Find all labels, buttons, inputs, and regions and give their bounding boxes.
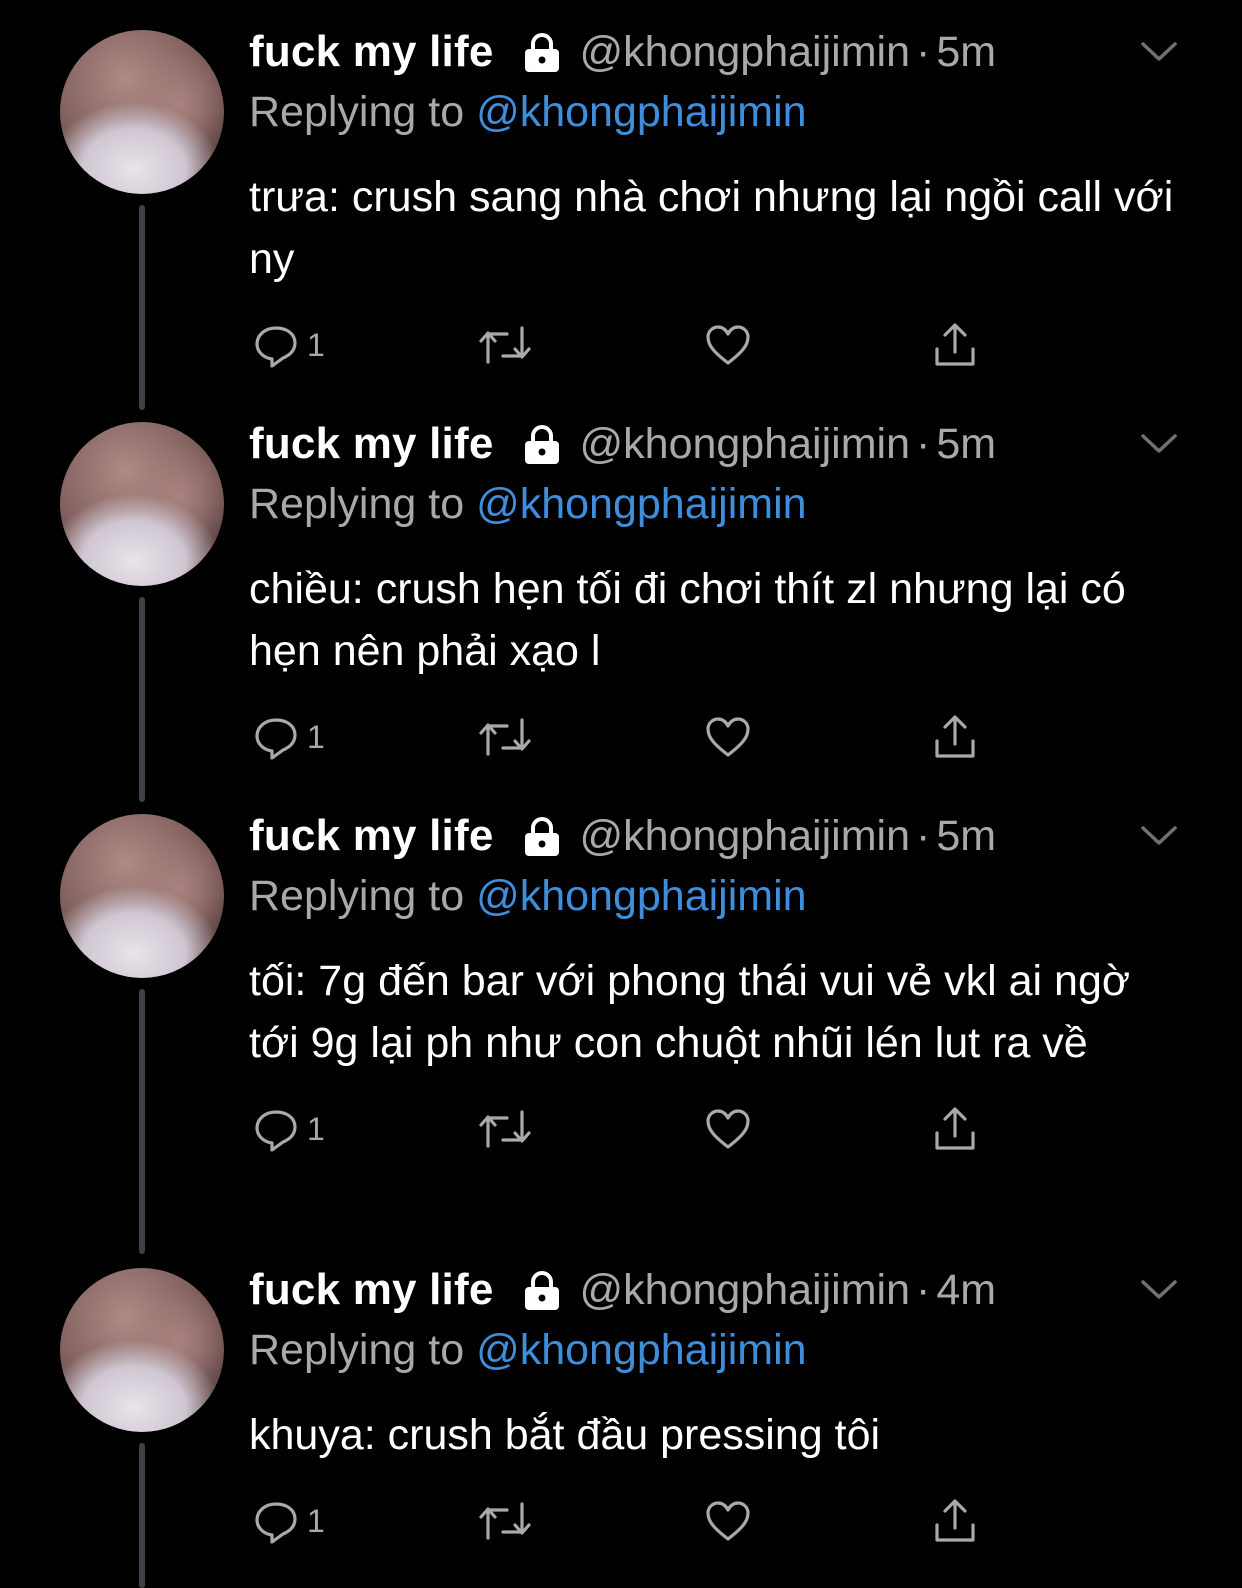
like-icon xyxy=(706,325,750,365)
tweet-text: trưa: crush sang nhà chơi nhưng lại ngồi… xyxy=(249,173,1174,283)
like-icon xyxy=(706,1109,750,1149)
tweet-3[interactable]: fuck my life @khongphaijimin · 5m Replyi… xyxy=(0,784,1242,1254)
user-handle[interactable]: @khongphaijimin xyxy=(580,812,911,861)
reply-count: 1 xyxy=(307,1502,325,1539)
share-icon xyxy=(935,715,975,758)
share-button[interactable] xyxy=(932,1104,978,1154)
like-button[interactable] xyxy=(705,1104,751,1154)
avatar[interactable] xyxy=(60,814,224,978)
replying-to-line: Replying to @khongphaijimin xyxy=(249,872,1179,930)
thread-connector-line xyxy=(139,989,145,1254)
display-name[interactable]: fuck my life xyxy=(249,27,494,77)
retweet-button[interactable] xyxy=(477,1496,533,1546)
lock-icon xyxy=(524,33,559,72)
user-handle[interactable]: @khongphaijimin xyxy=(580,420,911,469)
user-handle[interactable]: @khongphaijimin xyxy=(580,28,911,77)
avatar[interactable] xyxy=(60,422,224,586)
reply-button[interactable]: 1 xyxy=(253,1104,325,1154)
lock-icon xyxy=(524,425,559,464)
reply-icon xyxy=(255,326,297,368)
tweet-4[interactable]: fuck my life @khongphaijimin · 4m Replyi… xyxy=(0,1238,1242,1588)
display-name[interactable]: fuck my life xyxy=(249,1265,494,1315)
share-button[interactable] xyxy=(932,320,978,370)
share-icon xyxy=(935,323,975,366)
reply-button[interactable]: 1 xyxy=(253,712,325,762)
share-icon xyxy=(935,1499,975,1542)
thread-connector-line xyxy=(139,1443,145,1588)
action-bar: 1 xyxy=(249,1496,1179,1556)
like-button[interactable] xyxy=(705,712,751,762)
replying-to-label: Replying to xyxy=(249,480,477,528)
lock-icon xyxy=(524,1271,559,1310)
like-button[interactable] xyxy=(705,1496,751,1546)
tweet-text: tối: 7g đến bar với phong thái vui vẻ vk… xyxy=(249,957,1131,1067)
display-name[interactable]: fuck my life xyxy=(249,419,494,469)
replying-to-label: Replying to xyxy=(249,1326,477,1374)
chevron-down-icon[interactable] xyxy=(1139,1278,1179,1302)
action-bar: 1 xyxy=(249,320,1179,380)
chevron-down-icon[interactable] xyxy=(1139,824,1179,848)
like-button[interactable] xyxy=(705,320,751,370)
tweet-1[interactable]: fuck my life @khongphaijimin · 5m Replyi… xyxy=(0,0,1242,410)
share-icon xyxy=(935,1107,975,1150)
timestamp[interactable]: 5m xyxy=(936,420,996,469)
action-bar: 1 xyxy=(249,1104,1179,1164)
mention-link[interactable]: @khongphaijimin xyxy=(476,872,807,920)
reply-icon xyxy=(255,718,297,760)
retweet-icon xyxy=(479,718,531,756)
avatar[interactable] xyxy=(60,1268,224,1432)
retweet-button[interactable] xyxy=(477,1104,533,1154)
timestamp[interactable]: 5m xyxy=(936,28,996,77)
retweet-button[interactable] xyxy=(477,712,533,762)
separator-dot: · xyxy=(916,811,931,860)
mention-link[interactable]: @khongphaijimin xyxy=(476,88,807,136)
reply-count: 1 xyxy=(307,718,325,755)
user-handle[interactable]: @khongphaijimin xyxy=(580,1266,911,1315)
reply-icon xyxy=(255,1502,297,1544)
tweet-text: khuya: crush bắt đầu pressing tôi xyxy=(249,1411,881,1459)
thread-timeline: fuck my life @khongphaijimin · 5m Replyi… xyxy=(0,0,1242,1588)
reply-button[interactable]: 1 xyxy=(253,1496,325,1546)
retweet-icon xyxy=(479,1110,531,1148)
separator-dot: · xyxy=(916,1265,931,1314)
share-button[interactable] xyxy=(932,1496,978,1546)
timestamp[interactable]: 4m xyxy=(936,1266,996,1315)
replying-to-line: Replying to @khongphaijimin xyxy=(249,1326,1179,1384)
mention-link[interactable]: @khongphaijimin xyxy=(476,1326,807,1374)
reply-count: 1 xyxy=(307,326,325,363)
like-icon xyxy=(706,1501,750,1541)
retweet-button[interactable] xyxy=(477,320,533,370)
display-name[interactable]: fuck my life xyxy=(249,811,494,861)
retweet-icon xyxy=(479,1502,531,1540)
action-bar: 1 xyxy=(249,712,1179,772)
thread-connector-line xyxy=(139,205,145,410)
lock-icon xyxy=(524,817,559,856)
mention-link[interactable]: @khongphaijimin xyxy=(476,480,807,528)
replying-to-label: Replying to xyxy=(249,88,477,136)
separator-dot: · xyxy=(916,419,931,468)
reply-count: 1 xyxy=(307,1110,325,1147)
reply-icon xyxy=(255,1110,297,1152)
replying-to-label: Replying to xyxy=(249,872,477,920)
thread-connector-line xyxy=(139,597,145,802)
tweet-text: chiều: crush hẹn tối đi chơi thít zl như… xyxy=(249,565,1126,675)
separator-dot: · xyxy=(916,27,931,76)
replying-to-line: Replying to @khongphaijimin xyxy=(249,88,1179,146)
chevron-down-icon[interactable] xyxy=(1139,40,1179,64)
share-button[interactable] xyxy=(932,712,978,762)
reply-button[interactable]: 1 xyxy=(253,320,325,370)
tweet-2[interactable]: fuck my life @khongphaijimin · 5m Replyi… xyxy=(0,392,1242,802)
chevron-down-icon[interactable] xyxy=(1139,432,1179,456)
timestamp[interactable]: 5m xyxy=(936,812,996,861)
avatar[interactable] xyxy=(60,30,224,194)
like-icon xyxy=(706,717,750,757)
retweet-icon xyxy=(479,326,531,364)
replying-to-line: Replying to @khongphaijimin xyxy=(249,480,1179,538)
